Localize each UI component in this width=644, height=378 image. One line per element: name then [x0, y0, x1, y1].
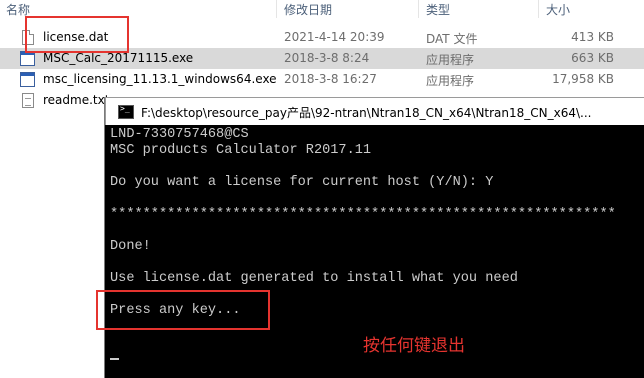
- annotation-text: 按任何键退出: [363, 336, 465, 356]
- console-line: MSC products Calculator R2017.11: [110, 143, 372, 158]
- column-divider[interactable]: [418, 0, 419, 18]
- file-size: 663 KB: [571, 51, 614, 65]
- file-size: 17,958 KB: [552, 72, 614, 86]
- column-header-size[interactable]: 大小: [546, 1, 570, 18]
- file-type: DAT 文件: [426, 32, 478, 46]
- text-file-icon: [22, 93, 34, 108]
- file-modified: 2018-3-8 8:24: [284, 51, 370, 65]
- column-header-modified[interactable]: 修改日期: [284, 1, 332, 18]
- file-name: MSC_Calc_20171115.exe: [43, 51, 194, 65]
- console-line: Done!: [110, 239, 151, 254]
- file-modified: 2021-4-14 20:39: [284, 30, 385, 44]
- exe-icon: [20, 72, 35, 87]
- column-header-type[interactable]: 类型: [426, 1, 450, 18]
- console-titlebar[interactable]: F:\desktop\resource_pay产品\92-ntran\Ntran…: [105, 97, 644, 125]
- console-title: F:\desktop\resource_pay产品\92-ntran\Ntran…: [141, 106, 592, 120]
- column-divider[interactable]: [276, 0, 277, 18]
- console-line: Do you want a license for current host (…: [110, 175, 494, 190]
- file-type: 应用程序: [426, 53, 475, 67]
- file-type: 应用程序: [426, 74, 475, 88]
- column-divider[interactable]: [538, 0, 539, 18]
- file-size: 413 KB: [571, 30, 614, 44]
- console-line: LND-7330757468@CS: [110, 127, 249, 142]
- console-line: ****************************************…: [110, 207, 616, 222]
- file-row-msc-licensing[interactable]: msc_licensing_11.13.1_windows64.exe 2018…: [0, 69, 644, 90]
- highlight-box-license-file: [25, 16, 129, 53]
- file-name: msc_licensing_11.13.1_windows64.exe: [43, 72, 277, 86]
- exe-icon: [20, 51, 35, 66]
- console-line: Use license.dat generated to install wha…: [110, 271, 518, 286]
- command-prompt-icon: [118, 104, 134, 119]
- file-name: readme.txt: [43, 93, 110, 107]
- text-cursor: [110, 358, 119, 360]
- file-modified: 2018-3-8 16:27: [284, 72, 377, 86]
- highlight-box-press-any-key: [96, 290, 270, 330]
